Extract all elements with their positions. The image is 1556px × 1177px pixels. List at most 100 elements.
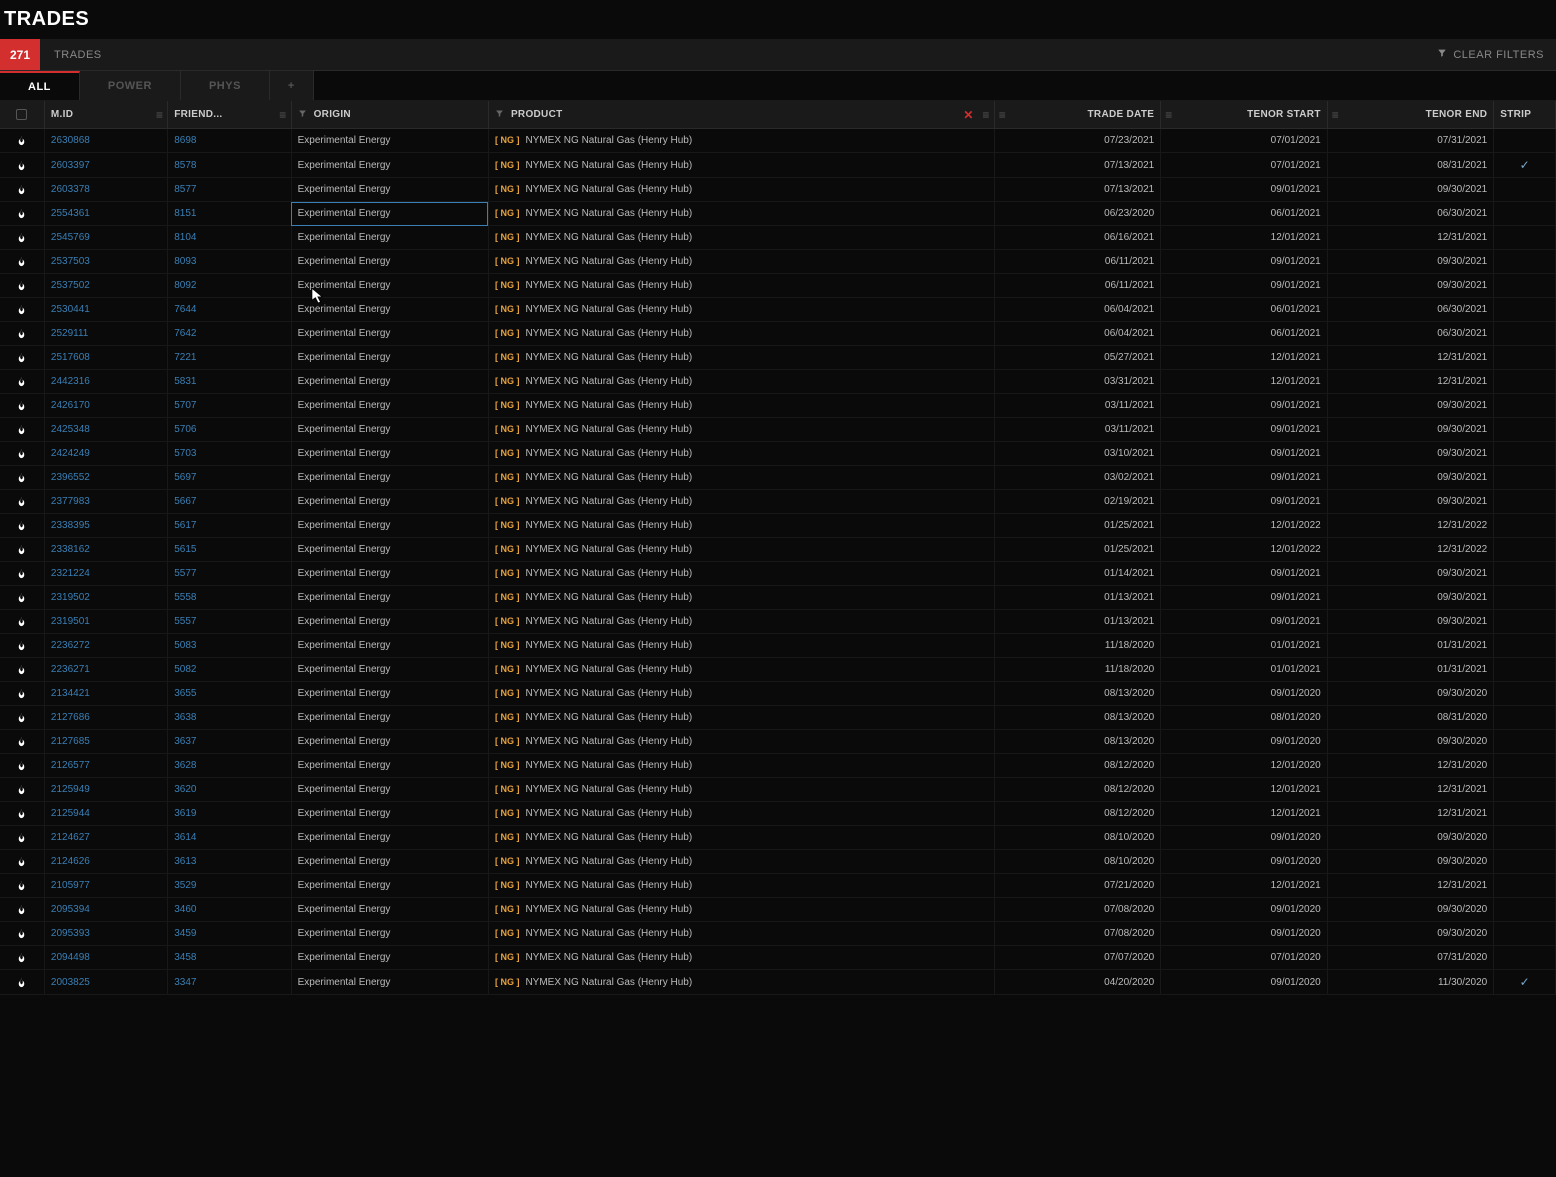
table-row[interactable]: 26033788577Experimental EnergyNGNYMEX NG… — [0, 178, 1556, 202]
cell-origin[interactable]: Experimental Energy — [291, 442, 488, 466]
cell-tenor-end[interactable]: 09/30/2021 — [1327, 250, 1494, 274]
cell-tenor-end[interactable]: 11/30/2020 — [1327, 970, 1494, 995]
cell-trade-date[interactable]: 01/13/2021 — [994, 610, 1161, 634]
cell-mid[interactable]: 2124627 — [44, 826, 167, 850]
cell-tenor-start[interactable]: 09/01/2020 — [1161, 898, 1328, 922]
cell-strip[interactable] — [1494, 946, 1556, 970]
cell-product[interactable]: NGNYMEX NG Natural Gas (Henry Hub) — [488, 466, 994, 490]
cell-tenor-start[interactable]: 06/01/2021 — [1161, 202, 1328, 226]
cell-strip[interactable] — [1494, 778, 1556, 802]
table-row[interactable]: 22362715082Experimental EnergyNGNYMEX NG… — [0, 658, 1556, 682]
col-mid[interactable]: M.ID ≡ — [44, 101, 167, 129]
cell-origin[interactable]: Experimental Energy — [291, 706, 488, 730]
cell-tenor-start[interactable]: 09/01/2020 — [1161, 922, 1328, 946]
table-row[interactable]: 26033978578Experimental EnergyNGNYMEX NG… — [0, 153, 1556, 178]
cell-tenor-end[interactable]: 12/31/2020 — [1327, 754, 1494, 778]
table-row[interactable]: 21265773628Experimental EnergyNGNYMEX NG… — [0, 754, 1556, 778]
column-menu-icon[interactable]: ≡ — [982, 108, 989, 122]
cell-strip[interactable] — [1494, 250, 1556, 274]
cell-tenor-start[interactable]: 09/01/2021 — [1161, 466, 1328, 490]
add-tab-button[interactable]: + — [270, 71, 314, 100]
cell-friend[interactable]: 8151 — [168, 202, 291, 226]
cell-tenor-start[interactable]: 12/01/2021 — [1161, 778, 1328, 802]
cell-product[interactable]: NGNYMEX NG Natural Gas (Henry Hub) — [488, 178, 994, 202]
cell-strip[interactable] — [1494, 418, 1556, 442]
table-row[interactable]: 25291117642Experimental EnergyNGNYMEX NG… — [0, 322, 1556, 346]
cell-origin[interactable]: Experimental Energy — [291, 850, 488, 874]
cell-tenor-start[interactable]: 12/01/2021 — [1161, 226, 1328, 250]
tab-all[interactable]: ALL — [0, 71, 80, 100]
cell-tenor-start[interactable]: 09/01/2020 — [1161, 730, 1328, 754]
cell-trade-date[interactable]: 07/08/2020 — [994, 922, 1161, 946]
cell-tenor-end[interactable]: 12/31/2021 — [1327, 778, 1494, 802]
cell-origin[interactable]: Experimental Energy — [291, 730, 488, 754]
cell-tenor-start[interactable]: 12/01/2021 — [1161, 370, 1328, 394]
cell-mid[interactable]: 2125944 — [44, 802, 167, 826]
cell-friend[interactable]: 3655 — [168, 682, 291, 706]
cell-tenor-end[interactable]: 06/30/2021 — [1327, 202, 1494, 226]
cell-strip[interactable] — [1494, 682, 1556, 706]
cell-friend[interactable]: 3347 — [168, 970, 291, 995]
cell-trade-date[interactable]: 08/12/2020 — [994, 754, 1161, 778]
col-strip[interactable]: STRIP — [1494, 101, 1556, 129]
column-menu-icon[interactable]: ≡ — [156, 108, 163, 122]
tab-phys[interactable]: PHYS — [181, 71, 270, 100]
table-row[interactable]: 24242495703Experimental EnergyNGNYMEX NG… — [0, 442, 1556, 466]
cell-origin[interactable]: Experimental Energy — [291, 226, 488, 250]
clear-filters-button[interactable]: CLEAR FILTERS — [1425, 48, 1556, 61]
cell-origin[interactable]: Experimental Energy — [291, 298, 488, 322]
cell-trade-date[interactable]: 08/12/2020 — [994, 802, 1161, 826]
cell-tenor-end[interactable]: 12/31/2022 — [1327, 538, 1494, 562]
cell-tenor-end[interactable]: 01/31/2021 — [1327, 634, 1494, 658]
col-friend[interactable]: FRIEND... ≡ — [168, 101, 291, 129]
table-row[interactable]: 24261705707Experimental EnergyNGNYMEX NG… — [0, 394, 1556, 418]
table-row[interactable]: 23381625615Experimental EnergyNGNYMEX NG… — [0, 538, 1556, 562]
cell-strip[interactable] — [1494, 754, 1556, 778]
cell-mid[interactable]: 2127685 — [44, 730, 167, 754]
cell-product[interactable]: NGNYMEX NG Natural Gas (Henry Hub) — [488, 802, 994, 826]
cell-trade-date[interactable]: 06/04/2021 — [994, 322, 1161, 346]
cell-origin[interactable]: Experimental Energy — [291, 394, 488, 418]
cell-origin[interactable]: Experimental Energy — [291, 153, 488, 178]
cell-origin[interactable]: Experimental Energy — [291, 634, 488, 658]
cell-origin[interactable]: Experimental Energy — [291, 610, 488, 634]
table-row[interactable]: 20944983458Experimental EnergyNGNYMEX NG… — [0, 946, 1556, 970]
cell-mid[interactable]: 2124626 — [44, 850, 167, 874]
cell-trade-date[interactable]: 08/10/2020 — [994, 826, 1161, 850]
cell-tenor-end[interactable]: 09/30/2021 — [1327, 610, 1494, 634]
table-row[interactable]: 23195015557Experimental EnergyNGNYMEX NG… — [0, 610, 1556, 634]
cell-friend[interactable]: 8093 — [168, 250, 291, 274]
cell-tenor-start[interactable]: 09/01/2020 — [1161, 682, 1328, 706]
cell-mid[interactable]: 2105977 — [44, 874, 167, 898]
cell-strip[interactable] — [1494, 298, 1556, 322]
cell-mid[interactable]: 2003825 — [44, 970, 167, 995]
cell-product[interactable]: NGNYMEX NG Natural Gas (Henry Hub) — [488, 346, 994, 370]
col-origin[interactable]: ORIGIN — [291, 101, 488, 129]
column-menu-icon[interactable]: ≡ — [279, 108, 286, 122]
cell-trade-date[interactable]: 11/18/2020 — [994, 634, 1161, 658]
cell-mid[interactable]: 2338162 — [44, 538, 167, 562]
table-row[interactable]: 21344213655Experimental EnergyNGNYMEX NG… — [0, 682, 1556, 706]
cell-trade-date[interactable]: 08/12/2020 — [994, 778, 1161, 802]
cell-friend[interactable]: 7644 — [168, 298, 291, 322]
cell-product[interactable]: NGNYMEX NG Natural Gas (Henry Hub) — [488, 298, 994, 322]
cell-mid[interactable]: 2424249 — [44, 442, 167, 466]
cell-origin[interactable]: Experimental Energy — [291, 946, 488, 970]
cell-mid[interactable]: 2125949 — [44, 778, 167, 802]
table-row[interactable]: 23779835667Experimental EnergyNGNYMEX NG… — [0, 490, 1556, 514]
table-row[interactable]: 25176087221Experimental EnergyNGNYMEX NG… — [0, 346, 1556, 370]
cell-strip[interactable]: ✓ — [1494, 153, 1556, 178]
cell-trade-date[interactable]: 06/04/2021 — [994, 298, 1161, 322]
cell-mid[interactable]: 2537503 — [44, 250, 167, 274]
table-row[interactable]: 20953943460Experimental EnergyNGNYMEX NG… — [0, 898, 1556, 922]
cell-trade-date[interactable]: 06/11/2021 — [994, 250, 1161, 274]
cell-tenor-start[interactable]: 07/01/2021 — [1161, 129, 1328, 153]
cell-friend[interactable]: 7221 — [168, 346, 291, 370]
cell-origin[interactable]: Experimental Energy — [291, 418, 488, 442]
table-row[interactable]: 25457698104Experimental EnergyNGNYMEX NG… — [0, 226, 1556, 250]
table-row[interactable]: 21259493620Experimental EnergyNGNYMEX NG… — [0, 778, 1556, 802]
col-product[interactable]: PRODUCT ✕ ≡ — [488, 101, 994, 129]
cell-tenor-end[interactable]: 09/30/2021 — [1327, 442, 1494, 466]
column-menu-icon[interactable]: ≡ — [1165, 108, 1172, 122]
cell-trade-date[interactable]: 07/23/2021 — [994, 129, 1161, 153]
